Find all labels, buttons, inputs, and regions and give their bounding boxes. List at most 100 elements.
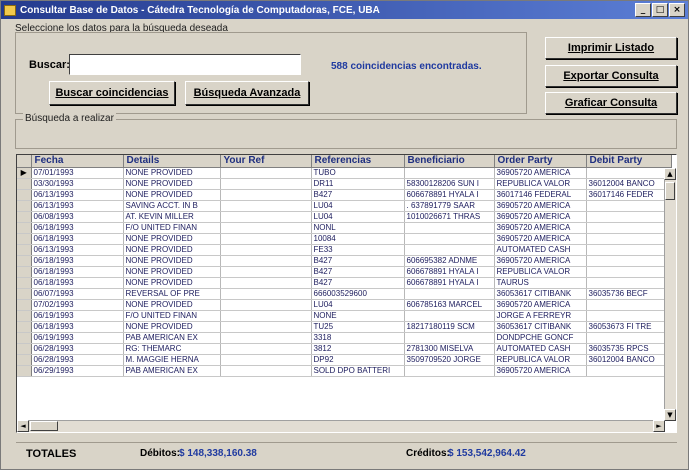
table-cell[interactable]: 1010026671 THRAS	[404, 211, 495, 223]
table-cell[interactable]: REPUBLICA VALOR	[494, 354, 587, 366]
table-cell[interactable]: 07/01/1993	[31, 167, 124, 179]
table-cell[interactable]: 06/28/1993	[31, 354, 124, 366]
table-row[interactable]: 06/18/1993 NONE PROVIDED B427 606678891 HYA…	[17, 277, 672, 289]
table-cell[interactable]: LU04	[311, 299, 405, 311]
table-row[interactable]: 03/30/1993 NONE PROVIDED DR11 58300128206 S…	[17, 178, 672, 190]
table-cell[interactable]	[220, 178, 312, 190]
table-cell[interactable]: 36035736 BECF	[586, 288, 672, 300]
table-cell[interactable]: 06/08/1993	[31, 211, 124, 223]
table-cell[interactable]: NONE PROVIDED	[123, 244, 221, 256]
table-cell[interactable]: AUTOMATED CASH	[494, 244, 587, 256]
table-row[interactable]: 06/18/1993 NONE PROVIDED B427 606678891 HYA…	[17, 266, 672, 278]
table-cell[interactable]: 03/30/1993	[31, 178, 124, 190]
table-cell[interactable]: DR11	[311, 178, 405, 190]
table-cell[interactable]	[586, 211, 672, 223]
scroll-left-icon[interactable]: ◄	[17, 420, 29, 432]
column-header[interactable]: Your Ref	[220, 155, 312, 168]
table-cell[interactable]: NONE PROVIDED	[123, 255, 221, 267]
table-cell[interactable]	[220, 255, 312, 267]
maximize-button[interactable]: □	[652, 3, 668, 17]
table-cell[interactable]: 36905720 AMERICA	[494, 299, 587, 311]
table-cell[interactable]	[220, 233, 312, 245]
table-cell[interactable]: 06/18/1993	[31, 321, 124, 333]
table-cell[interactable]: REVERSAL OF PRE	[123, 288, 221, 300]
table-cell[interactable]	[404, 332, 495, 344]
table-row[interactable]: 06/08/1993 AT. KEVIN MILLER LU04 1010026671…	[17, 211, 672, 223]
table-cell[interactable]	[586, 244, 672, 256]
table-cell[interactable]: DONDPCHE GONCF	[494, 332, 587, 344]
table-cell[interactable]: NONE PROVIDED	[123, 277, 221, 289]
table-row[interactable]: 06/19/1993 PAB AMERICAN EX 3318 DONDPCHE GO…	[17, 332, 672, 344]
table-cell[interactable]	[586, 222, 672, 234]
row-selector[interactable]	[17, 222, 32, 234]
row-selector[interactable]	[17, 365, 32, 377]
table-cell[interactable]: NONL	[311, 222, 405, 234]
table-cell[interactable]: NONE PROVIDED	[123, 167, 221, 179]
table-cell[interactable]	[220, 365, 312, 377]
table-row[interactable]: 06/29/1993 PAB AMERICAN EX SOLD DPO BATTER…	[17, 365, 672, 377]
table-row[interactable]: 06/13/1993 NONE PROVIDED FE33 AUTOMATED CAS…	[17, 244, 672, 256]
column-header[interactable]: Referencias	[311, 155, 405, 168]
horizontal-scrollbar[interactable]: ◄ ►	[17, 420, 665, 432]
table-cell[interactable]	[220, 332, 312, 344]
table-cell[interactable]: AT. KEVIN MILLER	[123, 211, 221, 223]
table-row[interactable]: 06/18/1993 NONE PROVIDED TU25 18217180119 S…	[17, 321, 672, 333]
advanced-search-button[interactable]: Búsqueda Avanzada	[185, 81, 309, 105]
scroll-down-icon[interactable]: ▼	[664, 409, 676, 421]
table-cell[interactable]: NONE PROVIDED	[123, 299, 221, 311]
table-cell[interactable]	[220, 288, 312, 300]
row-selector[interactable]	[17, 321, 32, 333]
table-cell[interactable]: TU25	[311, 321, 405, 333]
table-cell[interactable]: LU04	[311, 211, 405, 223]
table-cell[interactable]: B427	[311, 189, 405, 201]
table-cell[interactable]: 36017146 FEDER	[586, 189, 672, 201]
table-cell[interactable]: 36053673 FI TRE	[586, 321, 672, 333]
table-cell[interactable]: 3318	[311, 332, 405, 344]
table-row[interactable]: 06/13/1993 SAVING ACCT. IN B LU04. 6378917…	[17, 200, 672, 212]
table-cell[interactable]: 06/28/1993	[31, 343, 124, 355]
table-cell[interactable]	[220, 189, 312, 201]
table-cell[interactable]	[220, 299, 312, 311]
table-cell[interactable]: TUBO	[311, 167, 405, 179]
row-selector[interactable]	[17, 354, 32, 366]
table-cell[interactable]: 36905720 AMERICA	[494, 200, 587, 212]
table-cell[interactable]: 06/19/1993	[31, 310, 124, 322]
scroll-right-icon[interactable]: ►	[653, 420, 665, 432]
table-cell[interactable]: 06/18/1993	[31, 277, 124, 289]
row-selector[interactable]	[17, 233, 32, 245]
row-selector[interactable]	[17, 310, 32, 322]
table-cell[interactable]: 58300128206 SUN I	[404, 178, 495, 190]
row-selector[interactable]	[17, 244, 32, 256]
table-cell[interactable]: PAB AMERICAN EX	[123, 332, 221, 344]
table-cell[interactable]: 06/13/1993	[31, 200, 124, 212]
table-cell[interactable]	[220, 167, 312, 179]
table-cell[interactable]	[586, 233, 672, 245]
table-cell[interactable]: B427	[311, 266, 405, 278]
row-selector[interactable]	[17, 189, 32, 201]
table-row[interactable]: 06/28/1993 RG: THEMARC 3812 2781300 MISELVA…	[17, 343, 672, 355]
table-cell[interactable]: F/O UNITED FINAN	[123, 222, 221, 234]
column-header[interactable]: Beneficiario	[404, 155, 495, 168]
vertical-scroll-thumb[interactable]	[665, 182, 675, 200]
table-cell[interactable]: JORGE A FERREYR	[494, 310, 587, 322]
table-cell[interactable]: 36905720 AMERICA	[494, 211, 587, 223]
table-cell[interactable]: 06/18/1993	[31, 233, 124, 245]
table-cell[interactable]: B427	[311, 255, 405, 267]
table-cell[interactable]: TAURUS	[494, 277, 587, 289]
table-cell[interactable]: 3509709520 JORGE	[404, 354, 495, 366]
table-cell[interactable]	[404, 233, 495, 245]
table-row[interactable]: 06/28/1993 M. MAGGIE HERNA DP92 3509709520 …	[17, 354, 672, 366]
table-cell[interactable]	[404, 288, 495, 300]
row-selector[interactable]	[17, 211, 32, 223]
table-cell[interactable]: REPUBLICA VALOR	[494, 266, 587, 278]
chart-query-button[interactable]: Graficar Consulta	[545, 92, 677, 114]
table-cell[interactable]: SOLD DPO BATTERI	[311, 365, 405, 377]
table-cell[interactable]: 36905720 AMERICA	[494, 365, 587, 377]
table-cell[interactable]	[586, 332, 672, 344]
table-cell[interactable]: NONE PROVIDED	[123, 189, 221, 201]
table-cell[interactable]	[404, 222, 495, 234]
table-row[interactable]: 06/18/1993 NONE PROVIDED B427 606695382 ADN…	[17, 255, 672, 267]
row-selector[interactable]	[17, 200, 32, 212]
table-cell[interactable]	[586, 266, 672, 278]
table-cell[interactable]: 606678891 HYALA I	[404, 277, 495, 289]
